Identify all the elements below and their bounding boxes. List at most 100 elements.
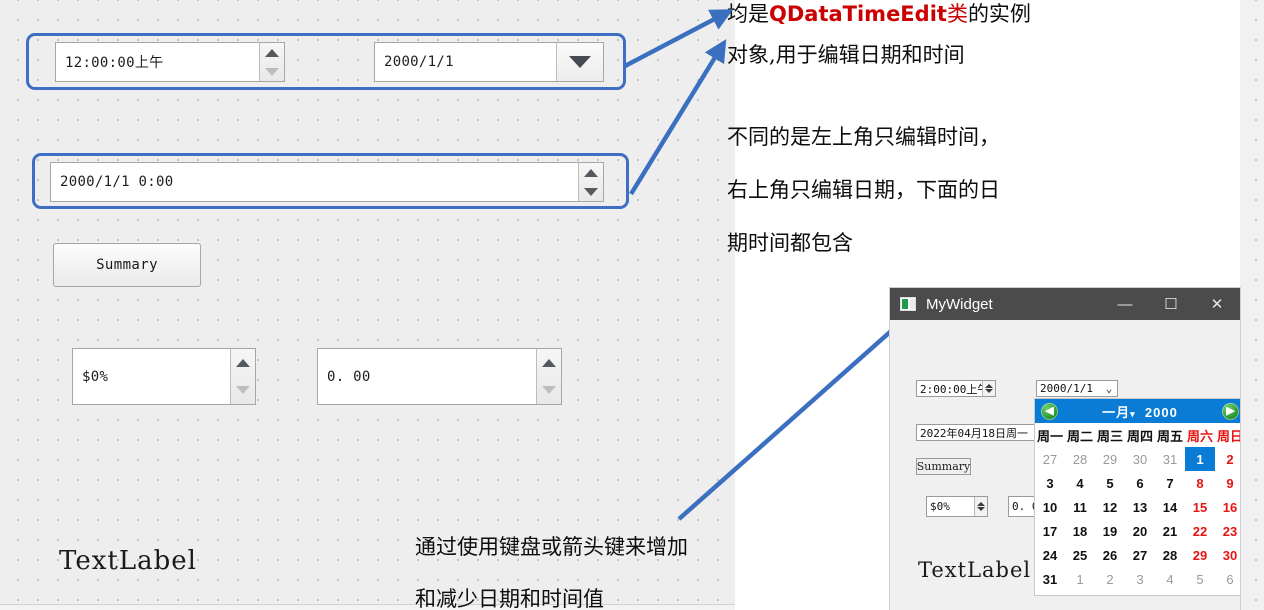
calendar-day-cell[interactable]: 3 [1125,567,1155,591]
mywidget-window[interactable]: MyWidget — ☐ ✕ 2:00:00上午 2000/1/1 ⌄ 2022 [890,288,1240,610]
mywidget-time-edit-spin[interactable] [982,381,995,396]
calendar-day-cell[interactable]: 24 [1035,543,1065,567]
datetime-edit-spinbox[interactable]: 2000/1/1 0:00 [50,162,604,202]
calendar-day-cell[interactable]: 26 [1095,543,1125,567]
calendar-day-cell[interactable]: 9 [1215,471,1240,495]
calendar-day-cell[interactable]: 23 [1215,519,1240,543]
mywidget-double-value: 0. 0 [1012,500,1037,513]
calendar-day-cell[interactable]: 17 [1035,519,1065,543]
calendar-day-cell[interactable]: 3 [1035,471,1065,495]
calendar-day-cell[interactable]: 4 [1065,471,1095,495]
mywidget-percent-spin[interactable] [974,497,987,516]
text-label: TextLabel [59,546,197,576]
double-spin-up[interactable] [537,349,561,377]
annotation-bottom-line-1: 通过使用键盘或箭头键来增加 [415,535,688,559]
mywidget-date-combo[interactable]: 2000/1/1 ⌄ [1036,380,1118,397]
mywidget-datetime-edit[interactable]: 2022年04月18日周一 [916,424,1046,441]
date-edit-combobox[interactable]: 2000/1/1 [374,42,604,82]
time-edit-spin-buttons[interactable] [259,43,284,81]
calendar-day-cell[interactable]: 4 [1155,567,1185,591]
calendar-day-cell[interactable]: 8 [1185,471,1215,495]
calendar-title[interactable]: 一月▾ 2000 [1058,402,1222,421]
calendar-day-cell[interactable]: 5 [1095,471,1125,495]
double-spinbox-value: 0. 00 [327,368,371,385]
time-edit-spinbox[interactable]: 12:00:00上午 [55,42,285,82]
close-button[interactable]: ✕ [1194,288,1240,320]
mywidget-summary-label: Summary [916,460,971,473]
calendar-day-cell[interactable]: 7 [1155,471,1185,495]
prev-month-icon[interactable]: ◀ [1041,402,1058,420]
date-edit-dropdown-button[interactable] [556,43,603,81]
mywidget-title-text: MyWidget [926,295,993,313]
calendar-day-cell[interactable]: 30 [1215,543,1240,567]
calendar-day-cell[interactable]: 16 [1215,495,1240,519]
calendar-day-cell[interactable]: 2 [1215,447,1240,471]
calendar-day-cell[interactable]: 10 [1035,495,1065,519]
mywidget-percent-spinbox[interactable]: $0% [926,496,988,517]
calendar-day-cell[interactable]: 13 [1125,495,1155,519]
percent-spinbox-buttons[interactable] [230,349,255,404]
calendar-day-cell[interactable]: 14 [1155,495,1185,519]
time-edit-spin-up[interactable] [260,43,284,62]
datetime-edit-value: 2000/1/1 0:00 [60,174,174,190]
calendar-day-grid[interactable]: 27 28 29 30 31 1 2 3 4 5 6 7 8 9 10 11 12 13 14 15 16 17 18 19 2… [1035,447,1240,591]
triangle-up-icon [265,48,279,57]
next-month-icon[interactable]: ▶ [1222,402,1239,420]
datetime-edit-spin-down[interactable] [579,182,603,201]
calendar-day-cell[interactable]: 6 [1125,471,1155,495]
calendar-day-cell[interactable]: 12 [1095,495,1125,519]
screenshot-root: 12:00:00上午 2000/1/1 2000/1/1 0:00 Summar… [0,0,1264,610]
percent-spinbox[interactable]: $0% [72,348,256,405]
calendar-day-cell[interactable]: 27 [1035,447,1065,471]
mywidget-time-edit[interactable]: 2:00:00上午 [916,380,996,397]
calendar-day-cell[interactable]: 29 [1185,543,1215,567]
calendar-month-caret[interactable]: ▾ [1130,409,1136,419]
double-spinbox[interactable]: 0. 00 [317,348,562,405]
time-edit-spin-down[interactable] [260,62,284,81]
calendar-day-cell[interactable]: 11 [1065,495,1095,519]
calendar-day-cell[interactable]: 27 [1125,543,1155,567]
calendar-day-cell[interactable]: 15 [1185,495,1215,519]
mywidget-titlebar[interactable]: MyWidget — ☐ ✕ [890,288,1240,320]
calendar-day-cell[interactable]: 25 [1065,543,1095,567]
calendar-day-cell[interactable]: 19 [1095,519,1125,543]
mywidget-date-combo-arrow[interactable]: ⌄ [1101,381,1117,396]
calendar-popup[interactable]: ◀ 一月▾ 2000 ▶ 周一 周二 周三 周四 周五 周六 周日 27 28 29 30 31 1 2… [1034,398,1240,596]
calendar-day-cell[interactable]: 5 [1185,567,1215,591]
calendar-day-cell[interactable]: 28 [1155,543,1185,567]
calendar-day-cell[interactable]: 30 [1125,447,1155,471]
triangle-up-icon [584,168,598,177]
calendar-day-cell[interactable]: 21 [1155,519,1185,543]
maximize-button[interactable]: ☐ [1148,288,1194,320]
calendar-day-cell[interactable]: 18 [1065,519,1095,543]
triangle-up-icon [236,358,250,367]
annotation-line-4: 右上角只编辑日期，下面的日 [727,178,1000,202]
calendar-day-cell[interactable]: 2 [1095,567,1125,591]
calendar-day-cell[interactable]: 31 [1155,447,1185,471]
calendar-day-header: 周三 [1096,428,1123,444]
percent-spin-down[interactable] [231,377,255,405]
calendar-day-cell[interactable]: 1 [1065,567,1095,591]
triangle-down-icon [584,187,598,196]
qt-designer-canvas[interactable]: 12:00:00上午 2000/1/1 2000/1/1 0:00 Summar… [0,0,735,605]
summary-button[interactable]: Summary [53,243,201,287]
calendar-year: 2000 [1144,404,1178,420]
datetime-edit-spin-up[interactable] [579,163,603,182]
calendar-day-cell[interactable]: 28 [1065,447,1095,471]
mywidget-summary-button[interactable]: Summary [916,458,971,475]
mywidget-date-combo-value: 2000/1/1 [1040,382,1093,395]
app-icon [900,297,916,311]
minimize-button[interactable]: — [1102,288,1148,320]
percent-spin-up[interactable] [231,349,255,377]
datetime-edit-spin-buttons[interactable] [578,163,603,201]
calendar-day-cell[interactable]: 22 [1185,519,1215,543]
calendar-day-cell[interactable]: 29 [1095,447,1125,471]
calendar-day-cell[interactable]: 1 [1185,447,1215,471]
percent-spinbox-value: $0% [82,368,109,385]
chevron-down-icon [569,56,591,68]
calendar-day-cell[interactable]: 6 [1215,567,1240,591]
calendar-day-cell[interactable]: 20 [1125,519,1155,543]
calendar-day-cell[interactable]: 31 [1035,567,1065,591]
double-spin-down[interactable] [537,377,561,405]
double-spinbox-buttons[interactable] [536,349,561,404]
